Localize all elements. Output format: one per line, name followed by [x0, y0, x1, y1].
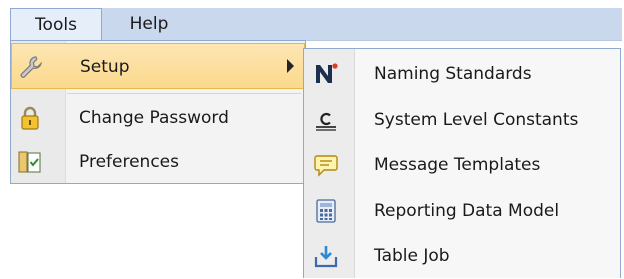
setup-submenu: Naming Standards System Level Constants …: [303, 48, 621, 278]
tools-dropdown: Setup Change Password Preferences: [10, 40, 306, 184]
submenu-item-table-job-label: Table Job: [374, 246, 450, 266]
submenu-item-naming-standards-label: Naming Standards: [374, 64, 532, 84]
calculator-icon: [313, 198, 339, 224]
preferences-checklist-icon: [17, 149, 43, 175]
menu-item-change-password[interactable]: Change Password: [11, 95, 305, 141]
menu-bar: Tools Help: [0, 0, 624, 41]
submenu-item-message-templates[interactable]: Message Templates: [304, 142, 620, 188]
menu-help[interactable]: Help: [104, 8, 194, 40]
submenu-item-table-job[interactable]: Table Job: [304, 233, 620, 279]
padlock-icon: [17, 105, 43, 131]
menu-tools[interactable]: Tools: [10, 8, 102, 40]
submenu-item-naming-standards[interactable]: Naming Standards: [304, 51, 620, 97]
speech-bubble-icon: [313, 152, 339, 178]
wrench-icon: [18, 54, 44, 80]
submenu-item-system-level-constants[interactable]: System Level Constants: [304, 97, 620, 143]
submenu-item-message-templates-label: Message Templates: [374, 155, 541, 175]
submenu-item-reporting-data-model[interactable]: Reporting Data Model: [304, 188, 620, 234]
menu-item-setup-label: Setup: [80, 57, 130, 77]
menu-item-preferences[interactable]: Preferences: [11, 139, 305, 185]
submenu-item-reporting-data-model-label: Reporting Data Model: [374, 201, 560, 221]
menu-item-change-password-label: Change Password: [79, 108, 229, 128]
menu-separator: [67, 93, 301, 94]
constants-c-icon: [313, 107, 339, 133]
menu-item-setup[interactable]: Setup: [11, 43, 305, 89]
n-logo-icon: [313, 61, 339, 87]
submenu-arrow-icon: [287, 59, 294, 73]
download-arrow-icon: [313, 243, 339, 269]
submenu-item-system-level-constants-label: System Level Constants: [374, 110, 579, 130]
menu-item-preferences-label: Preferences: [79, 152, 179, 172]
